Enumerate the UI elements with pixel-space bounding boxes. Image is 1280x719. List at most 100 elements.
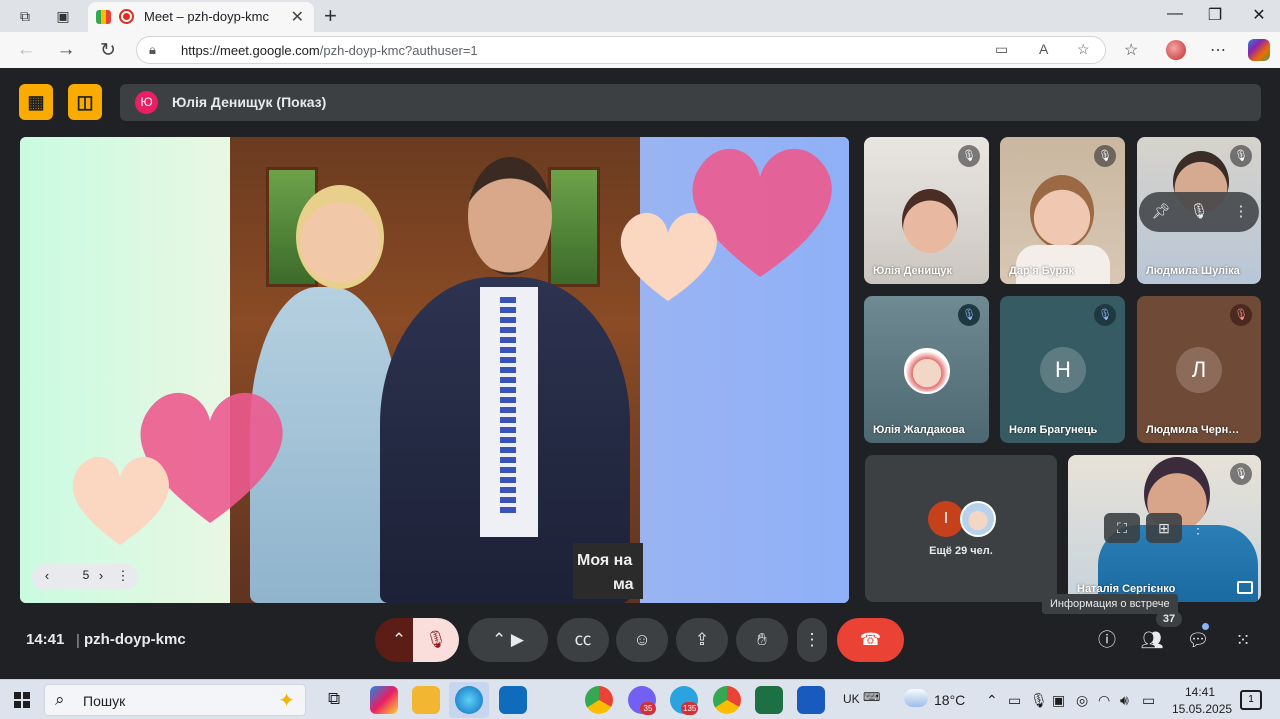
participant-tile[interactable]: Л 🎙︎ Людмила Черн… xyxy=(1137,296,1261,443)
chat-icon[interactable]: 💬︎ xyxy=(1178,620,1218,660)
browser-menu-icon[interactable]: ⋯ xyxy=(1210,40,1226,60)
participant-tile[interactable]: 🎙︎ ⛶ ⊞ ⋮ Наталія Сергієнко xyxy=(1068,455,1261,602)
camera-button[interactable]: ⌃ ▶︎ xyxy=(468,618,548,662)
man-head xyxy=(468,157,552,275)
taskbar-date[interactable]: 15.05.2025 xyxy=(1172,702,1232,716)
close-window-icon[interactable]: ✕ xyxy=(1244,5,1274,25)
frame-person-icon[interactable]: ⛶ xyxy=(1104,513,1140,543)
minimize-icon[interactable]: — xyxy=(1160,5,1190,23)
meeting-code: pzh-doyp-kmc xyxy=(84,631,186,648)
captions-icon[interactable]: ㏄ xyxy=(557,618,609,662)
favorite-star-icon[interactable]: ☆ xyxy=(1077,41,1090,58)
battery-icon[interactable]: ▭ xyxy=(1142,692,1155,709)
participant-tile[interactable]: Н 🎙︎ Неля Брагунець xyxy=(1000,296,1125,443)
edge-icon[interactable] xyxy=(455,686,483,714)
picture-in-picture-icon[interactable] xyxy=(1237,581,1253,594)
participant-tile[interactable]: 🎙︎ Дар'я Буряк xyxy=(1000,137,1125,284)
presenter-avatar: Ю xyxy=(135,91,158,114)
meeting-time: 14:41 xyxy=(26,631,65,648)
slide-photo xyxy=(230,137,640,603)
wifi-icon[interactable]: ◠ xyxy=(1098,692,1110,709)
weather-icon[interactable] xyxy=(904,689,928,707)
pager-more-icon[interactable]: ⋮ xyxy=(114,568,132,584)
participant-initial: Л xyxy=(1176,347,1222,393)
tray-chevron-icon[interactable]: ⌃ xyxy=(986,692,998,709)
end-call-button[interactable]: ☎︎ xyxy=(837,618,904,662)
maximize-icon[interactable]: ❐ xyxy=(1200,5,1230,25)
tab-meet[interactable]: Meet – pzh-doyp-kmc ✕ xyxy=(88,2,314,32)
forward-icon[interactable]: → xyxy=(54,39,78,61)
heart-peach-decoration xyxy=(620,212,717,301)
pin-icon[interactable]: 📌︎ xyxy=(1151,202,1171,220)
slide-pager: ‹ 5 › ⋮ xyxy=(32,564,138,590)
meeting-info-icon[interactable]: ⓘ xyxy=(1087,620,1127,660)
language-indicator[interactable]: UK xyxy=(843,692,860,706)
chrome-profile-icon[interactable] xyxy=(713,686,741,714)
presentation-screen[interactable]: Моя на ма ‹ 5 › ⋮ xyxy=(20,137,849,603)
word-icon[interactable] xyxy=(797,686,825,714)
copilot-icon[interactable] xyxy=(1248,39,1270,61)
workspaces-icon[interactable]: ⧉ xyxy=(14,6,36,26)
shirt-embroidery xyxy=(500,297,516,517)
notifications-icon[interactable]: 1 xyxy=(1240,690,1262,710)
temperature[interactable]: 18°C xyxy=(934,692,965,708)
mute-participant-icon[interactable]: 🎙︎ xyxy=(1189,202,1209,220)
emoji-reaction-icon[interactable]: ☺ xyxy=(616,618,668,662)
participant-name: Дар'я Буряк xyxy=(1009,265,1074,277)
keyboard-icon[interactable]: ⌨︎ xyxy=(863,690,880,704)
windows-taskbar: ⌕ Пошук ✦ ⧉ 35 135 UK ⌨︎ 18°C ⌃ ▭ 🎙︎ ▣ ◎… xyxy=(0,679,1280,719)
file-explorer-icon[interactable] xyxy=(412,686,440,714)
chat-unread-dot xyxy=(1202,623,1209,630)
participant-tile[interactable]: 🎙︎ Юлія Денищук xyxy=(864,137,989,284)
copilot-app-icon[interactable] xyxy=(370,686,398,714)
tile-more-icon[interactable]: ⋮ xyxy=(1188,513,1208,543)
search-placeholder: Пошук xyxy=(83,693,126,709)
camera-in-use-icon[interactable]: ▭ xyxy=(995,41,1008,58)
start-icon[interactable] xyxy=(14,692,30,708)
people-icon[interactable]: 👥︎ xyxy=(1132,620,1172,660)
raise-hand-icon[interactable]: ✋︎ xyxy=(736,618,788,662)
mic-off-icon: 🎙︎ xyxy=(1230,145,1252,167)
tile-more-icon[interactable]: ⋮ xyxy=(1231,202,1251,220)
taskbar-time[interactable]: 14:41 xyxy=(1185,685,1215,699)
profile-avatar[interactable] xyxy=(1166,40,1186,60)
excel-icon[interactable] xyxy=(755,686,783,714)
task-view-icon[interactable]: ⧉ xyxy=(328,689,340,709)
url-text[interactable]: https://meet.google.com/pzh-doyp-kmc?aut… xyxy=(181,43,478,58)
chrome-icon[interactable] xyxy=(585,686,613,714)
recording-icon xyxy=(119,9,134,24)
tab-close-icon[interactable]: ✕ xyxy=(291,7,304,27)
activities-icon[interactable]: ⁙ xyxy=(1223,620,1263,660)
more-participants-tile[interactable]: І Ещё 29 чел. xyxy=(865,455,1057,602)
present-screen-icon[interactable]: ⇪ xyxy=(676,618,728,662)
mic-tray-icon[interactable]: 🎙︎ xyxy=(1030,692,1048,709)
time-separator: | xyxy=(76,632,80,649)
site-info-icon[interactable]: 🔒︎ xyxy=(149,42,156,58)
participant-tile[interactable]: 🎙︎ 📌︎ 🎙︎ ⋮ Людмила Шуліка xyxy=(1137,137,1261,284)
layout-icon[interactable]: ◫ xyxy=(68,84,102,120)
location-tray-icon[interactable]: ◎ xyxy=(1076,692,1088,709)
volume-icon[interactable]: 🔊︎ xyxy=(1120,692,1129,709)
browser-tab-bar: ⧉ ▣ Meet – pzh-doyp-kmc ✕ + — ❐ ✕ xyxy=(0,0,1280,32)
participant-name: Юлія Жалдакова xyxy=(873,424,965,436)
participant-tile[interactable]: 🎙︎ Юлія Жалдакова xyxy=(864,296,989,443)
new-tab-icon[interactable]: + xyxy=(324,3,337,29)
mic-off-button[interactable]: 🎙︎ xyxy=(413,618,459,662)
tab-actions-icon[interactable]: ▣ xyxy=(52,6,74,26)
taskbar-search[interactable]: ⌕ Пошук ✦ xyxy=(44,684,306,716)
read-aloud-icon[interactable]: A xyxy=(1039,41,1048,57)
mic-off-icon: 🎙︎ xyxy=(1230,304,1252,326)
more-options-icon[interactable]: ⋮ xyxy=(797,618,827,662)
outlook-icon[interactable] xyxy=(499,686,527,714)
favorites-icon[interactable]: ☆ xyxy=(1124,40,1138,60)
prev-page-icon[interactable]: ‹ xyxy=(38,568,56,583)
hide-presentation-icon[interactable]: ▦ xyxy=(19,84,53,120)
next-page-icon[interactable]: › xyxy=(92,568,110,583)
reload-icon[interactable]: ↻ xyxy=(96,39,120,62)
screen-share-tray-icon[interactable]: ▣ xyxy=(1052,692,1065,709)
back-icon[interactable]: ← xyxy=(14,39,38,61)
mic-off-icon: 🎙︎ xyxy=(958,145,980,167)
address-bar[interactable]: 🔒︎ https://meet.google.com/pzh-doyp-kmc?… xyxy=(136,36,1106,64)
camera-tray-icon[interactable]: ▭ xyxy=(1008,692,1021,709)
add-to-screen-icon[interactable]: ⊞ xyxy=(1146,513,1182,543)
